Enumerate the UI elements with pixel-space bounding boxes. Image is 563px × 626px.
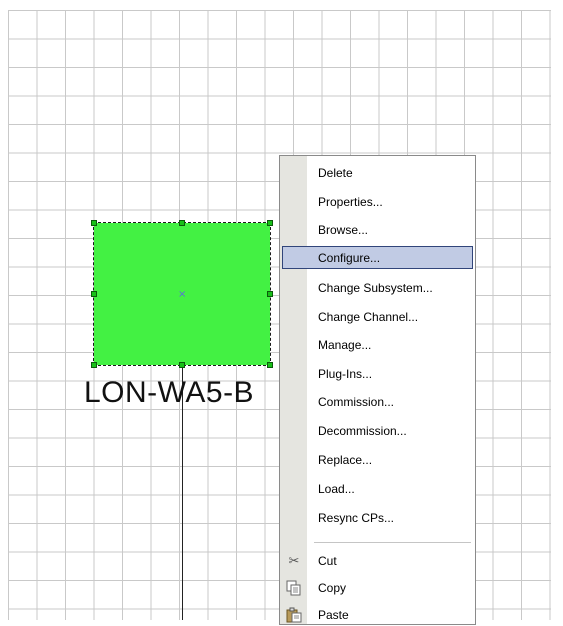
menu-item-copy[interactable]: Copy bbox=[282, 576, 473, 599]
center-pin-icon: × bbox=[178, 289, 187, 300]
selection-handle-middle-left[interactable] bbox=[91, 291, 97, 297]
copy-icon bbox=[285, 579, 303, 597]
menu-item-configure[interactable]: Configure... bbox=[282, 246, 473, 269]
menu-item-resync-cps[interactable]: Resync CPs... bbox=[282, 506, 473, 529]
selection-handle-middle-right[interactable] bbox=[267, 291, 273, 297]
menu-item-paste[interactable]: Paste bbox=[282, 603, 473, 626]
menu-item-load[interactable]: Load... bbox=[282, 477, 473, 500]
menu-item-change-channel[interactable]: Change Channel... bbox=[282, 305, 473, 328]
paste-icon bbox=[285, 606, 303, 624]
menu-item-plug-ins[interactable]: Plug-Ins... bbox=[282, 362, 473, 385]
selection-handle-bottom-center[interactable] bbox=[179, 362, 185, 368]
selection-handle-top-center[interactable] bbox=[179, 220, 185, 226]
context-menu: Delete Properties... Browse... Configure… bbox=[279, 155, 476, 625]
menu-item-manage[interactable]: Manage... bbox=[282, 333, 473, 356]
menu-separator bbox=[314, 542, 471, 543]
selection-handle-bottom-right[interactable] bbox=[267, 362, 273, 368]
menu-item-browse[interactable]: Browse... bbox=[282, 218, 473, 241]
menu-item-commission[interactable]: Commission... bbox=[282, 390, 473, 413]
menu-item-properties[interactable]: Properties... bbox=[282, 190, 473, 213]
menu-item-delete[interactable]: Delete bbox=[282, 161, 473, 184]
menu-item-replace[interactable]: Replace... bbox=[282, 448, 473, 471]
menu-item-decommission[interactable]: Decommission... bbox=[282, 419, 473, 442]
menu-item-change-subsystem[interactable]: Change Subsystem... bbox=[282, 276, 473, 299]
menu-item-cut[interactable]: ✂ Cut bbox=[282, 549, 473, 572]
selection-handle-top-right[interactable] bbox=[267, 220, 273, 226]
scissors-icon: ✂ bbox=[288, 552, 300, 568]
shape-label: LON-WA5-B bbox=[84, 376, 255, 409]
selection-handle-bottom-left[interactable] bbox=[91, 362, 97, 368]
selection-handle-top-left[interactable] bbox=[91, 220, 97, 226]
